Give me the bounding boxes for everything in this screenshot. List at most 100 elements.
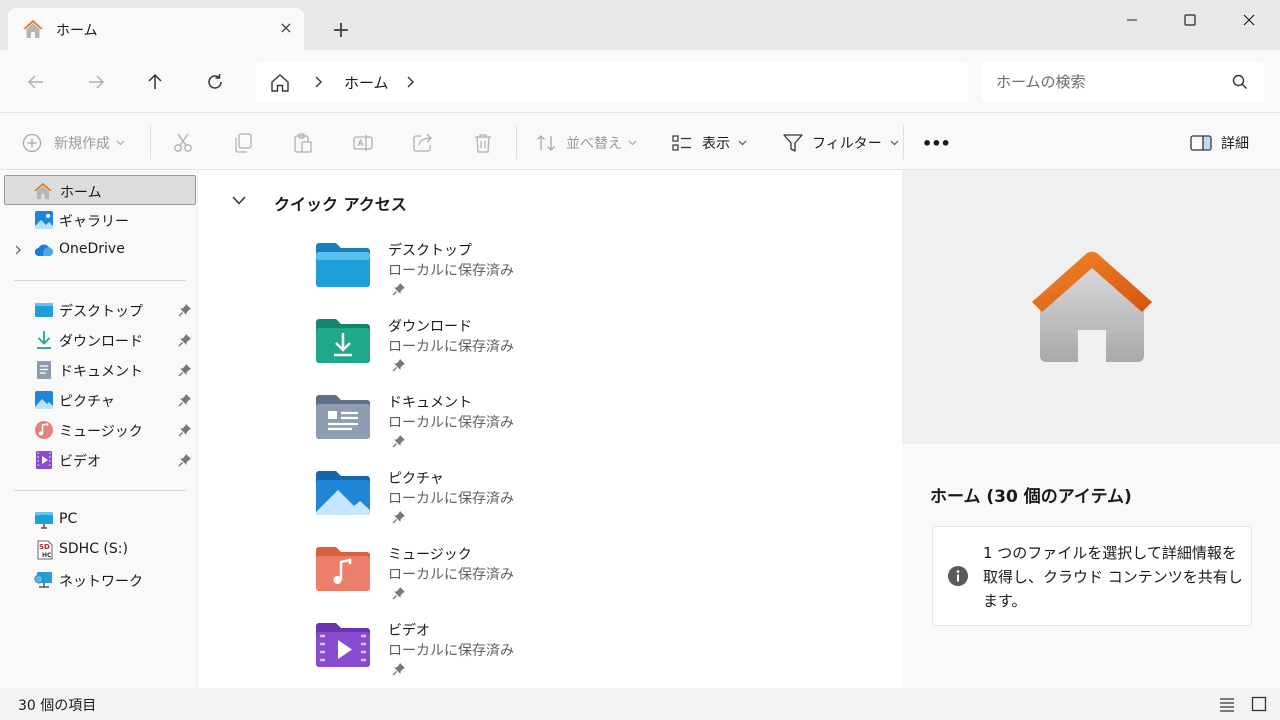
chevron-down-icon[interactable] — [232, 196, 246, 205]
music-folder-icon — [316, 547, 370, 591]
cut-button[interactable] — [172, 131, 194, 155]
home-outline-icon — [271, 74, 289, 92]
sidebar-item-documents[interactable]: ドキュメント — [4, 355, 196, 385]
paste-icon — [294, 133, 312, 153]
music-icon — [35, 421, 53, 439]
filter-button[interactable]: フィルター — [782, 131, 899, 155]
pin-icon — [392, 587, 405, 600]
rename-button[interactable] — [352, 131, 374, 155]
chevron-right-icon[interactable] — [14, 245, 22, 255]
breadcrumb-item-home[interactable]: ホーム — [344, 72, 389, 93]
preview-area — [902, 170, 1280, 444]
pc-icon — [35, 512, 53, 529]
close-tab-button[interactable]: × — [276, 18, 296, 38]
chevron-down-icon — [628, 140, 637, 146]
details-pane-button[interactable]: 詳細 — [1190, 131, 1249, 155]
folder-status: ローカルに保存済み — [388, 339, 514, 355]
minimize-button[interactable] — [1102, 0, 1162, 40]
search-icon[interactable] — [1232, 74, 1248, 90]
pin-icon[interactable] — [178, 393, 192, 407]
back-button[interactable] — [22, 68, 50, 96]
folder-name: ドキュメント — [388, 395, 472, 411]
close-window-button[interactable] — [1219, 0, 1279, 40]
title-bar: ホーム × + — [0, 0, 1280, 50]
folder-item-desktop[interactable]: デスクトップ ローカルに保存済み — [314, 240, 634, 316]
quick-access-heading: クイック アクセス — [274, 195, 407, 214]
folder-status: ローカルに保存済み — [388, 567, 514, 583]
large-icons-view-icon[interactable] — [1251, 696, 1267, 712]
filter-icon — [783, 134, 803, 152]
refresh-icon — [208, 74, 222, 89]
desktop-icon — [35, 303, 53, 317]
new-label: 新規作成 — [54, 136, 110, 152]
pin-icon — [392, 283, 405, 296]
pin-icon[interactable] — [178, 333, 192, 347]
sidebar-item-pc[interactable]: PC — [4, 505, 196, 535]
sidebar-item-network[interactable]: ネットワーク — [4, 565, 196, 595]
folder-item-music[interactable]: ミュージック ローカルに保存済み — [314, 544, 634, 620]
home-icon — [23, 20, 43, 38]
sort-button[interactable]: 並べ替え — [536, 131, 637, 155]
search-input[interactable] — [996, 62, 1226, 102]
sidebar-item-label: ミュージック — [59, 424, 143, 440]
search-box[interactable] — [982, 62, 1264, 102]
svg-text:SD: SD — [39, 543, 50, 551]
sidebar-item-desktop[interactable]: デスクトップ — [4, 295, 196, 325]
delete-button[interactable] — [472, 131, 494, 155]
copy-button[interactable] — [232, 131, 254, 155]
home-icon — [33, 182, 53, 200]
folder-item-pictures[interactable]: ピクチャ ローカルに保存済み — [314, 468, 634, 544]
new-button[interactable]: 新規作成 — [22, 131, 125, 155]
view-button[interactable]: 表示 — [672, 131, 747, 155]
refresh-button[interactable] — [201, 68, 229, 96]
folder-name: デスクトップ — [388, 243, 472, 259]
info-card: 1 つのファイルを選択して詳細情報を取得し、クラウド コンテンツを共有します。 — [932, 526, 1252, 626]
folder-item-videos[interactable]: ビデオ ローカルに保存済み — [314, 620, 634, 696]
forward-button[interactable] — [82, 68, 110, 96]
sd-card-icon: SDHC — [37, 540, 53, 560]
folder-item-documents[interactable]: ドキュメント ローカルに保存済み — [314, 392, 634, 468]
details-view-icon[interactable] — [1219, 696, 1235, 712]
document-folder-icon — [316, 395, 370, 439]
download-icon — [37, 331, 51, 349]
tab-home[interactable]: ホーム × — [8, 8, 304, 50]
pin-icon[interactable] — [178, 453, 192, 467]
view-list-icon — [672, 135, 691, 151]
chevron-right-icon[interactable] — [313, 76, 323, 88]
maximize-button[interactable] — [1160, 0, 1220, 40]
folder-status: ローカルに保存済み — [388, 263, 514, 279]
pin-icon[interactable] — [178, 423, 192, 437]
desktop-folder-icon — [316, 243, 370, 287]
folder-status: ローカルに保存済み — [388, 491, 514, 507]
breadcrumb[interactable]: ホーム — [256, 62, 968, 102]
sidebar-item-label: ピクチャ — [59, 394, 115, 410]
sidebar-item-label: ネットワーク — [59, 574, 143, 590]
rename-icon — [353, 135, 373, 151]
sidebar-item-sdhc[interactable]: SD HC SDHC (S:) — [4, 535, 196, 565]
folder-item-downloads[interactable]: ダウンロード ローカルに保存済み — [314, 316, 634, 392]
pin-icon[interactable] — [178, 363, 192, 377]
sidebar-item-label: デスクトップ — [59, 304, 143, 320]
up-button[interactable] — [141, 68, 169, 96]
chevron-right-icon[interactable] — [405, 76, 415, 88]
paste-button[interactable] — [292, 131, 314, 155]
pin-icon — [392, 359, 405, 372]
sort-icon — [537, 135, 555, 151]
sidebar-item-gallery[interactable]: ギャラリー — [4, 205, 196, 235]
sidebar-item-pictures[interactable]: ピクチャ — [4, 385, 196, 415]
pin-icon[interactable] — [178, 303, 192, 317]
sidebar-item-videos[interactable]: ビデオ — [4, 445, 196, 475]
sidebar-item-onedrive[interactable]: OneDrive — [4, 235, 196, 265]
details-pane-icon — [1190, 135, 1212, 151]
share-button[interactable] — [412, 131, 434, 155]
sidebar-item-home[interactable]: ホーム — [4, 175, 196, 205]
sidebar-item-music[interactable]: ミュージック — [4, 415, 196, 445]
folder-name: ピクチャ — [388, 471, 444, 487]
sidebar-item-downloads[interactable]: ダウンロード — [4, 325, 196, 355]
sidebar-item-label: SDHC (S:) — [59, 541, 128, 557]
chevron-down-icon — [890, 140, 899, 146]
chevron-down-icon — [116, 140, 125, 146]
new-tab-button[interactable]: + — [330, 20, 352, 42]
more-options-button[interactable]: ••• — [922, 131, 951, 155]
separator — [516, 125, 517, 159]
